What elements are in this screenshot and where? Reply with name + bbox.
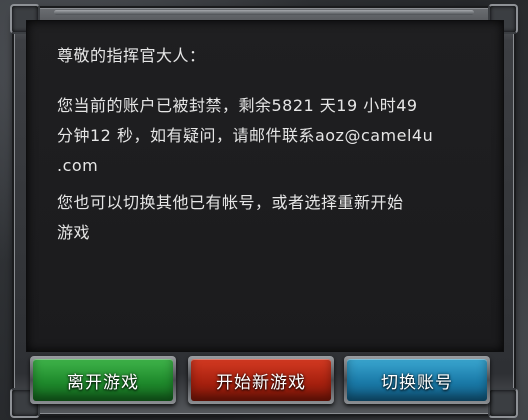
message-panel: 尊敬的指挥官大人： 您当前的账户已被封禁，剩余5821 天19 小时49 分钟1… (26, 20, 504, 352)
option-message-line: 游戏 (57, 223, 91, 242)
option-message: 您也可以切换其他已有帐号，或者选择重新开始 游戏 (57, 188, 477, 248)
leave-game-label: 离开游戏 (33, 359, 173, 401)
ban-message-line: 您当前的账户已被封禁，剩余5821 天19 小时49 (57, 96, 418, 115)
frame-top-ornament (54, 10, 474, 15)
game-dialog-screen: 尊敬的指挥官大人： 您当前的账户已被封禁，剩余5821 天19 小时49 分钟1… (0, 0, 528, 420)
option-message-line: 您也可以切换其他已有帐号，或者选择重新开始 (57, 193, 404, 212)
button-row: 离开游戏 开始新游戏 切换账号 (26, 356, 502, 412)
start-new-game-label: 开始新游戏 (191, 359, 331, 401)
salutation: 尊敬的指挥官大人： (57, 46, 206, 65)
switch-account-button[interactable]: 切换账号 (344, 356, 490, 404)
ban-message-line: .com (57, 156, 99, 175)
switch-account-label: 切换账号 (347, 359, 487, 401)
ban-message: 您当前的账户已被封禁，剩余5821 天19 小时49 分钟12 秒，如有疑问，请… (57, 91, 477, 181)
start-new-game-button[interactable]: 开始新游戏 (188, 356, 334, 404)
ban-message-line: 分钟12 秒，如有疑问，请邮件联系aoz@camel4u (57, 126, 434, 145)
salutation-text: 尊敬的指挥官大人： (57, 41, 477, 71)
leave-game-button[interactable]: 离开游戏 (30, 356, 176, 404)
